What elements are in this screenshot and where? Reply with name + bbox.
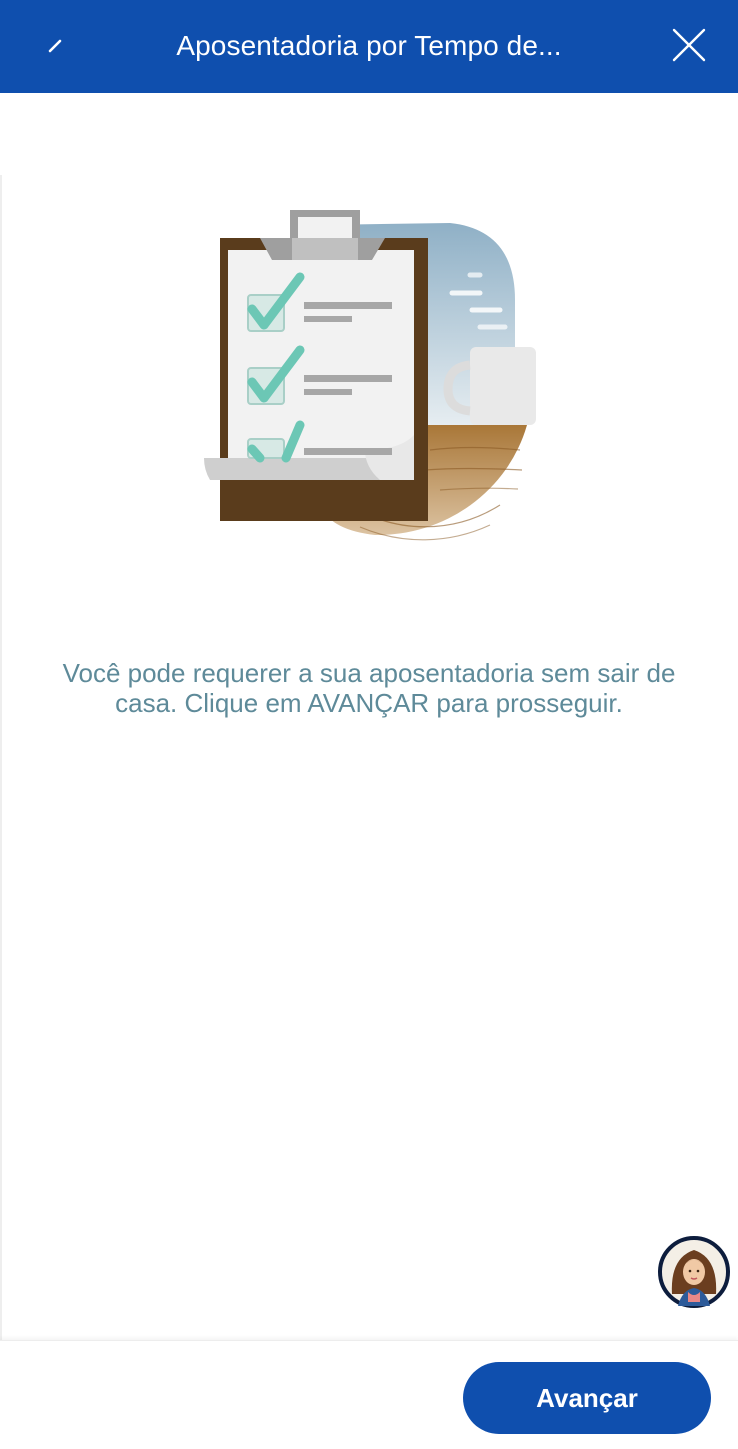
close-button[interactable] (666, 22, 712, 68)
close-icon (672, 28, 706, 62)
screen: Aposentadoria por Tempo de... Você pode … (0, 0, 738, 1449)
clipboard-checklist-illustration (204, 210, 536, 541)
app-header: Aposentadoria por Tempo de... (0, 0, 738, 93)
back-button[interactable] (30, 22, 80, 72)
content-divider (0, 175, 2, 1345)
intro-text: Você pode requerer a sua aposentadoria s… (62, 658, 676, 718)
assistant-avatar-icon (658, 1236, 730, 1308)
clipboard (204, 210, 428, 521)
virtual-assistant-avatar[interactable] (658, 1236, 730, 1308)
advance-button[interactable]: Avançar (463, 1362, 711, 1434)
page-title: Aposentadoria por Tempo de... (176, 29, 562, 61)
back-arrow-icon (48, 39, 62, 53)
